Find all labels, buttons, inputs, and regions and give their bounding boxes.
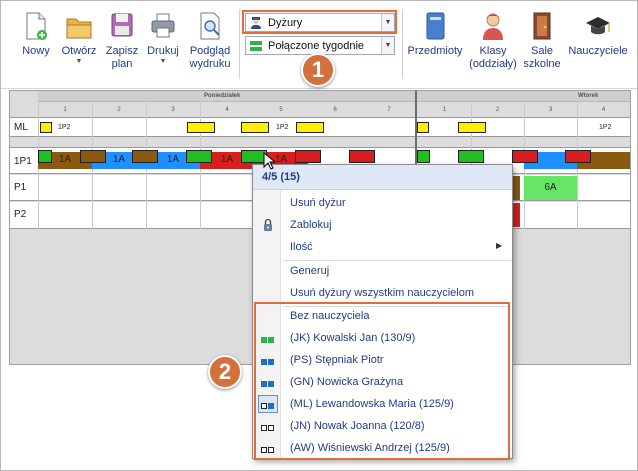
chevron-down-icon: ▼ (75, 58, 83, 65)
row-label-1p1: 1P1 (14, 156, 32, 167)
week-marker[interactable] (458, 150, 484, 163)
mouse-cursor-icon (263, 152, 275, 170)
teachers-button[interactable]: Nauczyciele (566, 11, 630, 58)
subjects-button[interactable]: Przedmioty (406, 11, 464, 58)
row-label-p1: P1 (14, 182, 27, 193)
subjects-book-icon (426, 12, 445, 40)
classrooms-label-2: szkolne (523, 58, 561, 70)
save-label-2: plan (111, 58, 133, 70)
teachers-cap-icon (586, 17, 610, 35)
period-number: 3 (171, 107, 175, 113)
row-label-ml: ML (14, 122, 28, 133)
new-document-icon (26, 12, 47, 40)
lesson-block[interactable] (512, 176, 520, 200)
week-marker[interactable] (186, 150, 212, 163)
week-marker[interactable] (38, 150, 52, 163)
day-label-tuesday: Wtorek (578, 93, 599, 99)
duty-cell[interactable] (417, 122, 429, 133)
duty-label: 1P2 (276, 124, 289, 131)
period-number: 3 (548, 107, 553, 113)
highlight-box-2 (254, 302, 510, 460)
period-number: 2 (495, 107, 500, 113)
toolbar-separator (239, 9, 240, 79)
menu-item-remove-all-duties[interactable]: Usuń dyżury wszystkim nauczycielom (290, 285, 474, 301)
open-label: Otwórz (61, 45, 97, 57)
classroom-door-icon (533, 12, 551, 40)
duty-cell[interactable] (241, 122, 269, 133)
period-number: 6 (333, 107, 337, 113)
week-marker[interactable] (132, 150, 158, 163)
lesson-label: 1A (112, 154, 126, 165)
week-marker[interactable] (565, 150, 591, 163)
lesson-label: 1A (166, 154, 180, 165)
teachers-label: Nauczyciele (568, 45, 628, 57)
new-label: Nowy (22, 45, 50, 57)
week-marker[interactable] (349, 150, 375, 163)
chevron-down-icon[interactable]: ▼ (381, 37, 394, 54)
lesson-label: 6A (544, 182, 557, 193)
print-label: Drukuj (147, 45, 179, 57)
print-preview-label-2: wydruku (189, 58, 231, 70)
classrooms-label-1: Sale (530, 45, 554, 57)
menu-header: 4/5 (15) (253, 165, 512, 190)
row-label-p2: P2 (14, 209, 27, 220)
classes-label-1: Klasy (479, 45, 507, 57)
week-marker[interactable] (417, 150, 430, 163)
lock-icon (264, 218, 272, 231)
period-number: 4 (601, 107, 606, 113)
duty-label: 1P2 (58, 124, 71, 131)
save-plan-button[interactable]: Zapisz plan (103, 11, 141, 71)
menu-item-quantity[interactable]: Ilość (290, 239, 313, 255)
week-marker[interactable] (80, 150, 106, 163)
period-number: 2 (117, 107, 121, 113)
lesson-label: 1A (220, 154, 234, 165)
week-mode-value: Połączone tygodnie (268, 40, 365, 52)
duty-cell[interactable] (187, 122, 215, 133)
period-number: 5 (279, 107, 283, 113)
print-button[interactable]: Drukuj ▼ (144, 11, 182, 66)
save-label-1: Zapisz (105, 45, 139, 57)
classes-label-2: (oddziały) (469, 58, 517, 70)
submenu-arrow-icon: ▶ (496, 241, 503, 250)
open-button[interactable]: Otwórz ▼ (59, 11, 99, 66)
duty-cell[interactable] (458, 122, 486, 133)
menu-item-remove-duty[interactable]: Usuń dyżur (290, 195, 346, 211)
print-icon (151, 13, 175, 38)
classes-button[interactable]: Klasy (oddziały) (466, 11, 520, 71)
duty-label: 1P2 (599, 124, 612, 131)
new-button[interactable]: Nowy (19, 11, 53, 58)
toolbar-separator (402, 9, 403, 79)
app-window: Nowy Otwórz ▼ Zapisz plan Drukuj ▼ Podgl… (0, 0, 638, 471)
duty-cell[interactable] (296, 122, 324, 133)
open-folder-icon (66, 18, 92, 39)
menu-separator (283, 260, 511, 261)
classrooms-button[interactable]: Sale szkolne (521, 11, 563, 71)
callout-badge-2: 2 (208, 355, 242, 389)
week-marker[interactable] (512, 150, 538, 163)
print-preview-label-1: Podgląd (189, 45, 231, 57)
duty-cell[interactable] (40, 122, 52, 133)
callout-badge-1: 1 (301, 53, 335, 87)
period-number: 1 (442, 107, 447, 113)
chevron-down-icon: ▼ (159, 58, 167, 65)
day-label-monday: Poniedziałek (204, 93, 241, 99)
lesson-label: 1A (58, 154, 72, 165)
highlight-box-1 (242, 10, 397, 34)
lesson-block[interactable] (512, 203, 520, 227)
period-number: 4 (225, 107, 229, 113)
period-number: 7 (387, 107, 391, 113)
menu-item-lock[interactable]: Zablokuj (290, 217, 332, 233)
lesson-block[interactable]: 6A (524, 176, 577, 200)
menu-item-generate[interactable]: Generuj (290, 263, 329, 279)
subjects-label: Przedmioty (407, 45, 463, 57)
save-icon (111, 13, 133, 37)
classes-student-icon (483, 13, 503, 40)
period-number: 1 (63, 107, 67, 113)
week-marker[interactable] (295, 150, 321, 163)
print-preview-icon (200, 12, 220, 40)
print-preview-button[interactable]: Podgląd wydruku (186, 11, 234, 71)
green-blocks-icon (250, 41, 262, 51)
